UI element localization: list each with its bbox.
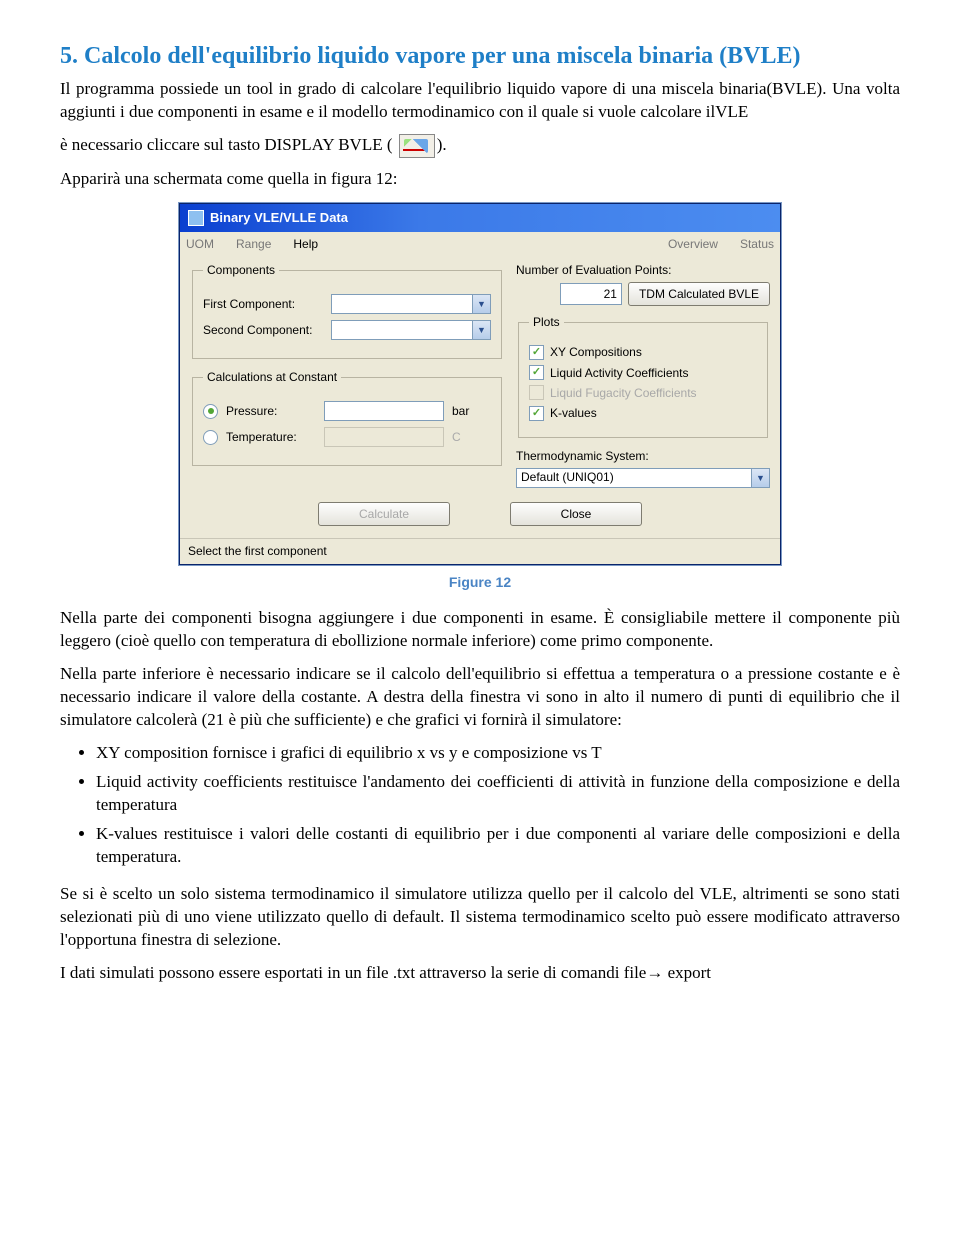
xy-label: XY Compositions <box>550 344 642 360</box>
bullet-liq-act: Liquid activity coefficients restituisce… <box>96 771 900 817</box>
section-heading: 5. Calcolo dell'equilibrio liquido vapor… <box>60 40 900 72</box>
para-lower: Nella parte inferiore è necessario indic… <box>60 663 900 732</box>
plots-legend: Plots <box>529 314 564 330</box>
para-export: I dati simulati possono essere esportati… <box>60 962 900 985</box>
liq-act-label: Liquid Activity Coefficients <box>550 365 689 381</box>
window-icon <box>188 210 204 226</box>
chevron-down-icon: ▼ <box>472 321 490 339</box>
menu-uom[interactable]: UOM <box>186 236 214 252</box>
thermo-label: Thermodynamic System: <box>516 448 770 464</box>
menu-overview[interactable]: Overview <box>668 236 718 252</box>
kvalues-label: K-values <box>550 405 597 421</box>
intro-para: Il programma possiede un tool in grado d… <box>60 78 900 124</box>
status-bar: Select the first component <box>180 538 780 563</box>
bullet-kvalues: K-values restituisce i valori delle cost… <box>96 823 900 869</box>
click-instruction: è necessario cliccare sul tasto DISPLAY … <box>60 134 900 158</box>
xy-check[interactable] <box>529 345 544 360</box>
plots-group: Plots XY Compositions Liquid Activity Co… <box>518 314 768 438</box>
appear-para: Apparirà una schermata come quella in fi… <box>60 168 900 191</box>
thermo-value: Default (UNIQ01) <box>517 468 618 486</box>
temperature-unit: C <box>452 429 461 445</box>
figure-caption: Figure 12 <box>60 573 900 592</box>
temperature-radio[interactable] <box>203 430 218 445</box>
thermo-combo[interactable]: Default (UNIQ01) ▼ <box>516 468 770 488</box>
chevron-down-icon: ▼ <box>472 295 490 313</box>
dialog-menubar: UOM Range Help Overview Status <box>180 232 780 254</box>
liq-fug-label: Liquid Fugacity Coefficients <box>550 385 697 401</box>
dialog-title: Binary VLE/VLLE Data <box>210 209 348 227</box>
menu-status[interactable]: Status <box>740 236 774 252</box>
pressure-label: Pressure: <box>226 403 316 419</box>
bullet-list: XY composition fornisce i grafici di equ… <box>96 742 900 869</box>
temperature-input <box>324 427 444 447</box>
chevron-down-icon: ▼ <box>751 469 769 487</box>
calculate-button: Calculate <box>318 502 450 526</box>
eval-points-value[interactable]: 21 <box>560 283 622 305</box>
bullet-xy: XY composition fornisce i grafici di equ… <box>96 742 900 765</box>
calculations-group: Calculations at Constant Pressure: bar T… <box>192 369 502 466</box>
liq-fug-check <box>529 385 544 400</box>
dialog-titlebar: Binary VLE/VLLE Data <box>180 204 780 232</box>
click-prefix: è necessario cliccare sul tasto DISPLAY … <box>60 135 393 154</box>
para-thermo: Se si è scelto un solo sistema termodina… <box>60 883 900 952</box>
first-component-combo[interactable]: ▼ <box>331 294 491 314</box>
para-components: Nella parte dei componenti bisogna aggiu… <box>60 607 900 653</box>
tdm-calculated-button[interactable]: TDM Calculated BVLE <box>628 282 770 306</box>
menu-help[interactable]: Help <box>293 236 318 252</box>
menu-range[interactable]: Range <box>236 236 271 252</box>
temperature-label: Temperature: <box>226 429 316 445</box>
click-suffix: ). <box>437 135 447 154</box>
pressure-unit: bar <box>452 403 469 419</box>
liq-act-check[interactable] <box>529 365 544 380</box>
components-group: Components First Component: ▼ Second Com… <box>192 262 502 359</box>
second-component-combo[interactable]: ▼ <box>331 320 491 340</box>
eval-points-label: Number of Evaluation Points: <box>516 262 770 278</box>
kvalues-check[interactable] <box>529 406 544 421</box>
pressure-radio[interactable] <box>203 404 218 419</box>
calculations-legend: Calculations at Constant <box>203 369 341 385</box>
bvle-dialog: Binary VLE/VLLE Data UOM Range Help Over… <box>179 203 781 564</box>
pressure-input[interactable] <box>324 401 444 421</box>
second-component-label: Second Component: <box>203 322 323 338</box>
first-component-label: First Component: <box>203 296 323 312</box>
components-legend: Components <box>203 262 279 278</box>
close-button[interactable]: Close <box>510 502 642 526</box>
display-bvle-icon <box>399 134 435 158</box>
